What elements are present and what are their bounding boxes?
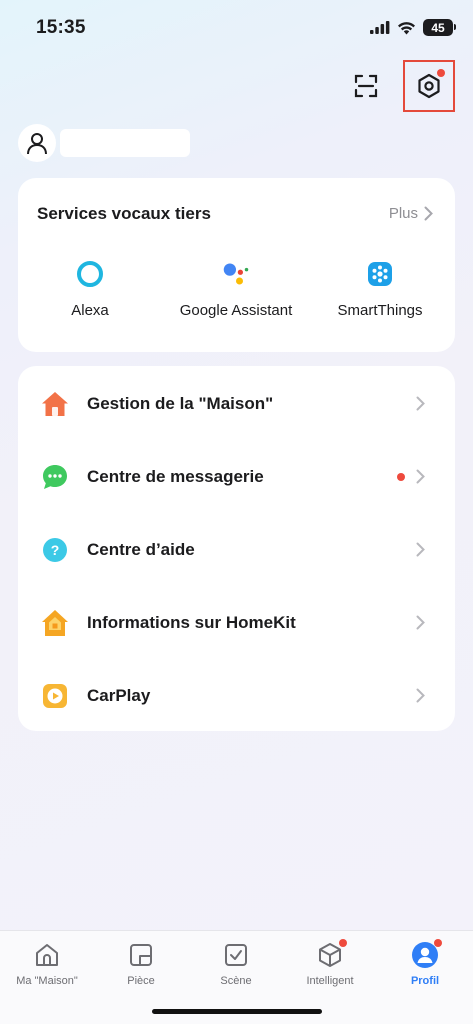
battery-level: 45 [431, 20, 445, 35]
menu-item-message-center[interactable]: Centre de messagerie [18, 440, 455, 513]
status-time: 15:35 [36, 17, 86, 38]
menu-item-home-management[interactable]: Gestion de la "Maison" [18, 367, 455, 440]
settings-badge [437, 69, 445, 77]
alexa-icon [76, 260, 104, 288]
wifi-icon [398, 21, 415, 34]
tab-scene[interactable]: Scène [189, 941, 283, 987]
more-label: Plus [388, 205, 418, 222]
tab-label: Intelligent [306, 975, 354, 987]
service-alexa[interactable]: Alexa [46, 260, 134, 319]
menu-item-carplay[interactable]: CarPlay [18, 659, 455, 732]
google-assistant-icon [222, 260, 250, 288]
home-indicator [152, 1009, 322, 1014]
tab-room[interactable]: Pièce [94, 941, 188, 987]
profile-header[interactable] [18, 124, 190, 162]
chevron-right-icon [416, 469, 425, 484]
avatar[interactable] [18, 124, 56, 162]
scan-button[interactable] [353, 73, 379, 99]
menu-item-help-center[interactable]: ? Centre d’aide [18, 513, 455, 586]
smartthings-icon [366, 260, 394, 288]
menu-item-label: Centre d’aide [87, 539, 195, 559]
tab-label: Profil [410, 975, 440, 987]
tab-my-home[interactable]: Ma "Maison" [0, 941, 94, 987]
service-label: Alexa [71, 302, 109, 319]
tab-smart[interactable]: Intelligent [283, 939, 377, 987]
unread-badge [397, 472, 405, 481]
house-icon [33, 941, 61, 969]
smart-icon [316, 939, 347, 969]
carplay-icon [40, 681, 70, 711]
menu-item-label: Informations sur HomeKit [87, 612, 296, 632]
settings-icon [418, 73, 440, 99]
top-actions [353, 60, 455, 112]
status-bar: 15:35 45 [0, 0, 473, 54]
profile-tab-badge [434, 939, 442, 947]
chevron-right-icon [424, 206, 433, 221]
tab-label: Pièce [127, 975, 155, 987]
cellular-signal-icon [370, 21, 390, 34]
homekit-icon [40, 608, 70, 638]
room-icon [127, 941, 155, 969]
help-icon: ? [40, 535, 70, 565]
service-label: SmartThings [337, 302, 423, 319]
tab-label: Ma "Maison" [16, 975, 78, 987]
service-label: Google Assistant [179, 302, 293, 319]
message-icon [40, 462, 70, 492]
menu-item-label: Gestion de la "Maison" [87, 393, 274, 413]
service-google-assistant[interactable]: Google Assistant [166, 260, 306, 319]
home-icon [40, 389, 70, 419]
voice-services-title: Services vocaux tiers [37, 204, 211, 223]
tab-profile[interactable]: Profil [378, 939, 472, 987]
voice-services-card: Services vocaux tiers Plus Alexa Google … [18, 178, 455, 352]
chevron-right-icon [416, 615, 425, 630]
menu-card: Gestion de la "Maison" Centre de message… [18, 366, 455, 731]
user-name-redacted [60, 129, 190, 157]
chevron-right-icon [416, 542, 425, 557]
settings-button[interactable] [403, 60, 455, 112]
voice-services-more-link[interactable]: Plus [389, 205, 433, 222]
chevron-right-icon [416, 396, 425, 411]
menu-item-label: Centre de messagerie [87, 466, 264, 486]
tab-label: Scène [220, 975, 252, 987]
bottom-tab-bar: Ma "Maison" Pièce Scène Intelligent Prof… [0, 930, 473, 1024]
profile-icon [411, 939, 442, 969]
scan-icon [354, 74, 378, 98]
menu-item-homekit-info[interactable]: Informations sur HomeKit [18, 586, 455, 659]
scene-icon [222, 941, 250, 969]
status-icons: 45 [370, 19, 456, 36]
user-icon [27, 133, 47, 155]
service-smartthings[interactable]: SmartThings [330, 260, 430, 319]
menu-item-label: CarPlay [87, 685, 151, 705]
smart-tab-badge [339, 939, 347, 947]
svg-text:?: ? [51, 542, 60, 558]
chevron-right-icon [416, 688, 425, 703]
battery-icon: 45 [423, 19, 456, 36]
